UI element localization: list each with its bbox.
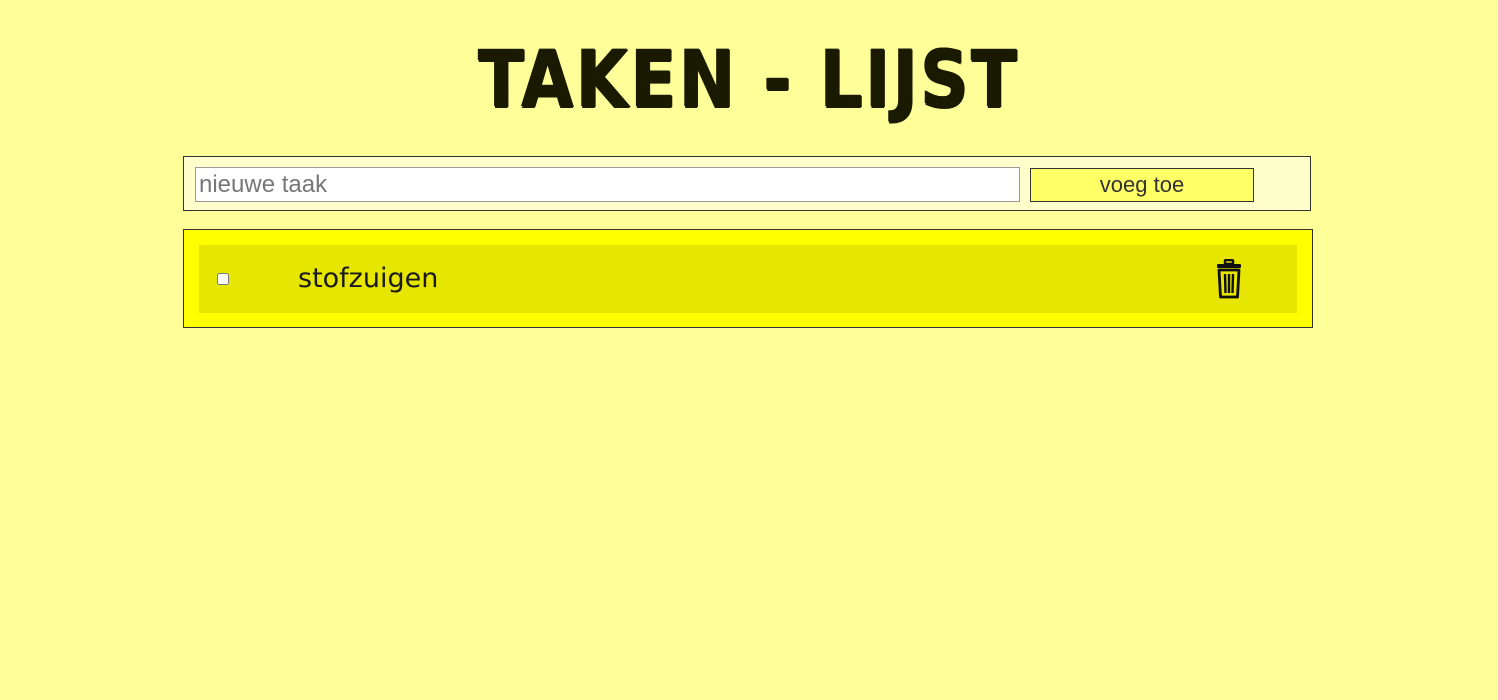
new-task-input[interactable]: [195, 167, 1020, 202]
new-task-form: voeg toe: [183, 156, 1311, 211]
trash-icon: [1217, 259, 1241, 299]
task-list: stofzuigen: [183, 229, 1313, 328]
task-label: stofzuigen: [298, 263, 439, 294]
page-title: TAKEN - LIJST: [478, 35, 1020, 125]
task-item: stofzuigen: [199, 245, 1297, 313]
task-done-checkbox[interactable]: [217, 273, 229, 285]
delete-task-button[interactable]: [1209, 257, 1249, 301]
add-task-button[interactable]: voeg toe: [1030, 168, 1254, 202]
page: TAKEN - LIJST voeg toe stofzuigen: [0, 0, 1498, 700]
